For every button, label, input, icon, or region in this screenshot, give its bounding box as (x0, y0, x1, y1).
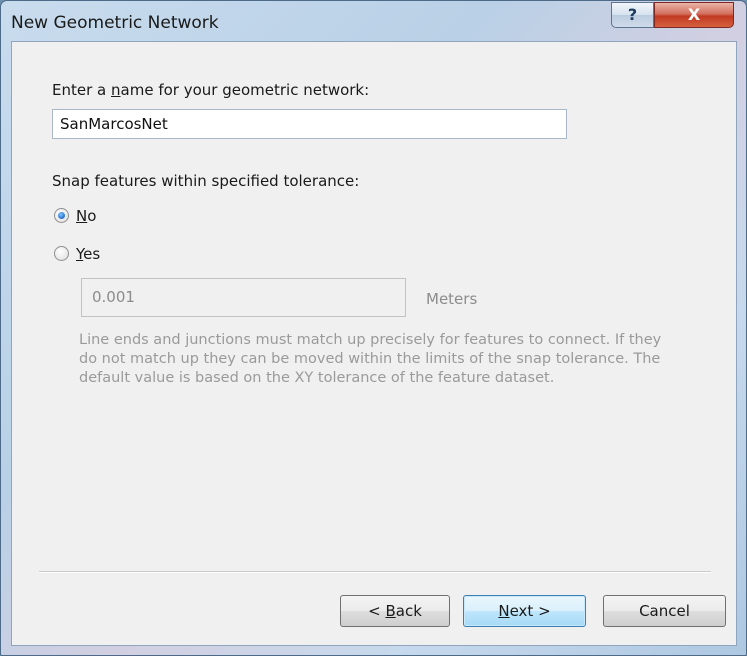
network-name-input[interactable]: SanMarcosNet (52, 109, 567, 139)
close-icon[interactable]: X (654, 2, 734, 28)
help-icon[interactable]: ? (611, 2, 654, 28)
radio-yes-label: Yes (76, 245, 101, 263)
radio-yes-button[interactable] (54, 246, 69, 261)
snap-tolerance-input: 0.001 (81, 278, 406, 317)
title-bar[interactable]: New Geometric Network ? X (1, 1, 746, 41)
dialog-body: Enter a name for your geometric network:… (11, 41, 737, 646)
back-button[interactable]: < Back (340, 595, 450, 627)
cancel-button[interactable]: Cancel (603, 595, 726, 627)
separator (39, 571, 711, 573)
tolerance-units-label: Meters (426, 290, 478, 308)
radio-no-button[interactable] (54, 208, 69, 223)
dialog-window: New Geometric Network ? X Enter a name f… (0, 0, 747, 656)
snap-label: Snap features within specified tolerance… (52, 172, 360, 190)
name-label: Enter a name for your geometric network: (52, 81, 370, 99)
radio-no-label: No (76, 207, 97, 225)
snap-description: Line ends and junctions must match up pr… (79, 332, 662, 386)
window-title: New Geometric Network (11, 13, 219, 33)
next-button[interactable]: Next > (463, 595, 586, 627)
